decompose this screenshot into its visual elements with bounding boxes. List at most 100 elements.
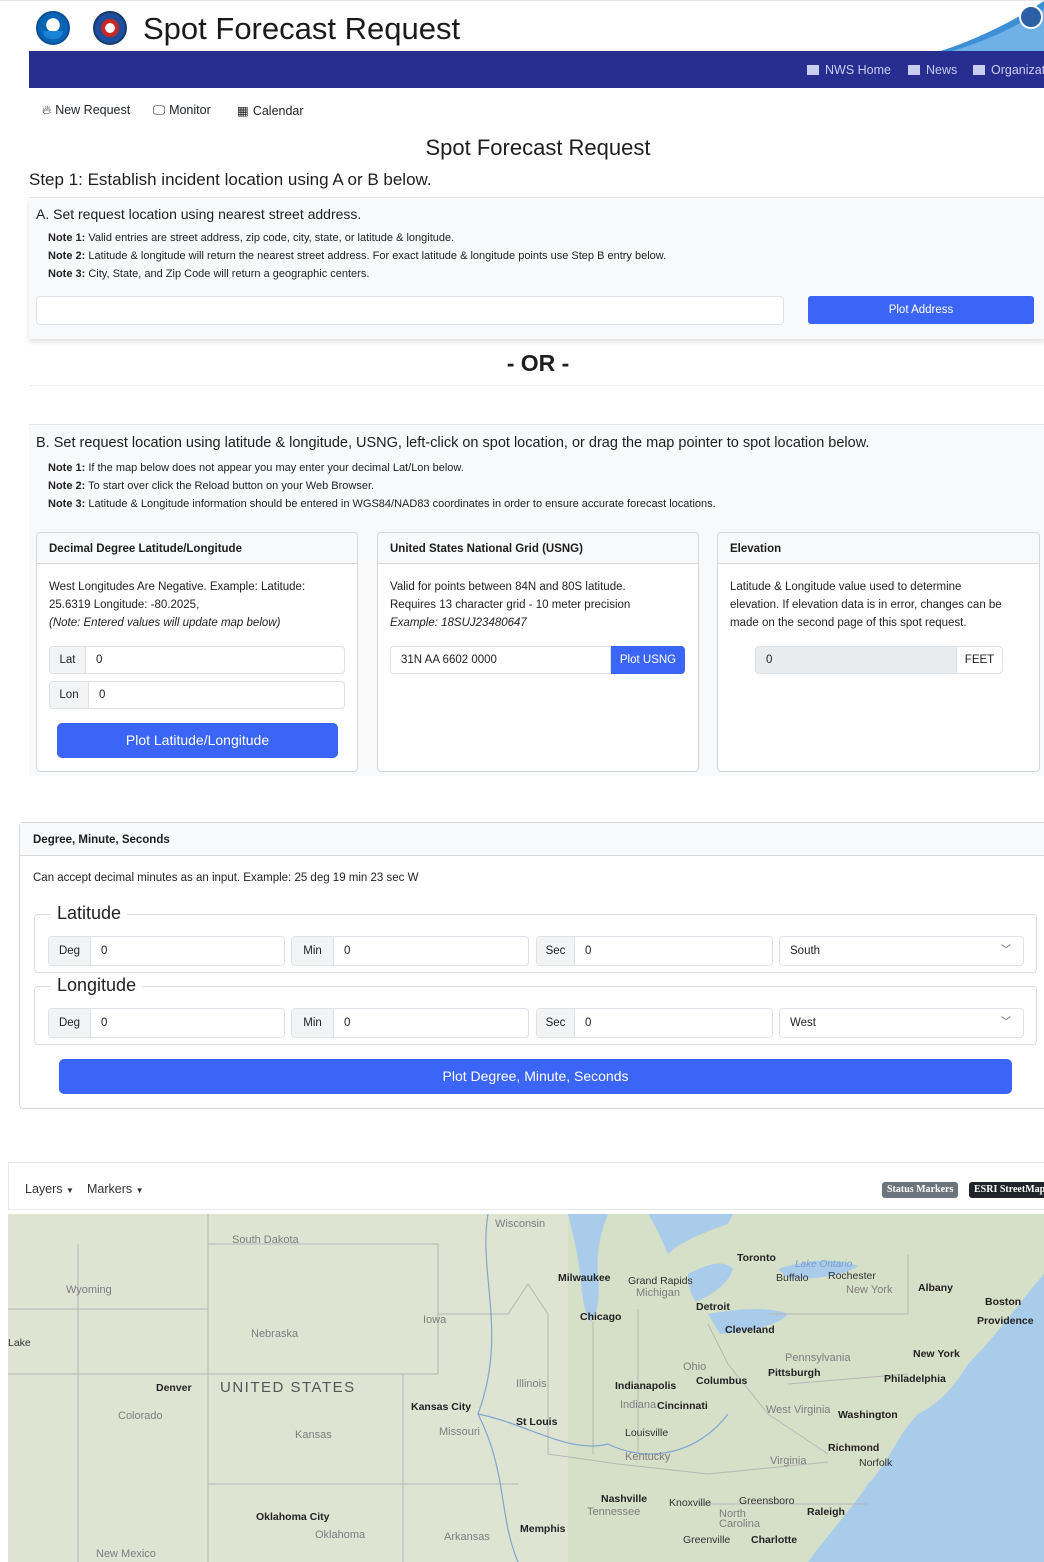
map-label: Illinois	[516, 1378, 547, 1390]
map-label: Providence	[977, 1315, 1034, 1327]
lat-deg-group[interactable]: Deg 0	[48, 936, 285, 966]
lat-hemisphere-select[interactable]: South ﹀	[779, 936, 1024, 966]
street-address-input[interactable]	[36, 296, 784, 325]
panel-b-note-1: Note 1: If the map below does not appear…	[48, 462, 464, 474]
lon-hemisphere-value: West	[790, 1017, 816, 1029]
lon-sec-input[interactable]: 0	[585, 1009, 591, 1037]
map-label: New York	[913, 1348, 960, 1360]
map-label: Chicago	[580, 1311, 622, 1323]
lat-addon: Lat	[50, 647, 86, 673]
panel-b-coordinates: B. Set request location using latitude &…	[29, 424, 1044, 776]
note-label: Note 1:	[48, 462, 86, 474]
lon-deg-group[interactable]: Deg 0	[48, 1008, 285, 1038]
map-label: Cincinnati	[657, 1400, 708, 1412]
markers-dropdown[interactable]: Markers ▼	[87, 1182, 144, 1196]
lon-sec-group[interactable]: Sec 0	[536, 1008, 773, 1038]
status-markers-badge[interactable]: Status Markers	[882, 1182, 959, 1198]
caret-down-icon: ▼	[135, 1186, 144, 1195]
usng-help-3: Example: 18SUJ23480647	[390, 617, 527, 629]
map-label: St Louis	[516, 1416, 558, 1428]
map-label: Nebraska	[251, 1328, 299, 1340]
note-text: Valid entries are street address, zip co…	[85, 232, 455, 244]
map-label: Rochester	[828, 1270, 876, 1282]
map-label: Colorado	[118, 1410, 163, 1422]
decimal-degree-header: Decimal Degree Latitude/Longitude	[37, 533, 357, 564]
lat-sec-input[interactable]: 0	[585, 937, 591, 965]
new-request-link[interactable]: 🔥︎ New Request	[42, 103, 130, 118]
usng-value: 31N AA 6602 0000	[401, 654, 497, 666]
map-label: Tennessee	[587, 1506, 641, 1518]
plot-dms-button[interactable]: Plot Degree, Minute, Seconds	[59, 1059, 1012, 1094]
panel-a-note-2: Note 2: Latitude & longitude will return…	[48, 250, 666, 262]
map-label: Indiana	[620, 1399, 657, 1411]
lat-min-input[interactable]: 0	[344, 937, 350, 965]
lat-deg-input[interactable]: 0	[101, 937, 107, 965]
latitude-input[interactable]: 0	[96, 647, 102, 673]
map-label: Nashville	[601, 1493, 648, 1505]
site-header: Spot Forecast Request	[0, 0, 1044, 53]
map-label: Washington	[838, 1409, 898, 1421]
map-label: New Mexico	[96, 1548, 156, 1560]
note-label: Note 1:	[48, 232, 86, 244]
usng-header: United States National Grid (USNG)	[378, 533, 698, 564]
map-label: Pittsburgh	[768, 1367, 821, 1379]
lat-min-addon: Min	[292, 937, 334, 965]
longitude-input[interactable]: 0	[99, 682, 105, 708]
lon-deg-input[interactable]: 0	[101, 1009, 107, 1037]
or-divider-line	[29, 385, 1044, 386]
note-label: Note 2:	[48, 250, 86, 262]
lon-hemisphere-select[interactable]: West ﹀	[779, 1008, 1024, 1038]
decimal-degree-card: Decimal Degree Latitude/Longitude West L…	[36, 532, 358, 772]
map-label: Columbus	[696, 1375, 748, 1387]
lon-min-input[interactable]: 0	[344, 1009, 350, 1037]
map-label: Cleveland	[725, 1324, 775, 1336]
calendar-icon: ▦	[237, 104, 249, 118]
lon-min-group[interactable]: Min 0	[291, 1008, 529, 1038]
fire-icon: 🔥︎	[42, 103, 52, 117]
elevation-help-1: Latitude & Longitude value used to deter…	[730, 581, 962, 593]
layers-label: Layers	[25, 1182, 63, 1196]
elevation-card: Elevation Latitude & Longitude value use…	[717, 532, 1040, 772]
nav-nws-home[interactable]: NWS Home	[807, 63, 891, 77]
lat-min-group[interactable]: Min 0	[291, 936, 529, 966]
monitor-link[interactable]: 🖵 Monitor	[153, 103, 211, 118]
map-label: Greensboro	[739, 1495, 795, 1507]
map-label: Iowa	[423, 1314, 447, 1326]
lat-hemisphere-value: South	[790, 945, 821, 957]
map-label: Detroit	[696, 1301, 730, 1313]
dms-header: Degree, Minute, Seconds	[20, 823, 1044, 856]
map-canvas[interactable]: Wisconsin South Dakota Wyoming Iowa Nebr…	[8, 1214, 1044, 1562]
calendar-link[interactable]: ▦ Calendar	[237, 103, 304, 118]
panel-a-title: A. Set request location using nearest st…	[36, 206, 362, 222]
layers-dropdown[interactable]: Layers ▼	[25, 1182, 74, 1196]
basemap-badge[interactable]: ESRI StreetMap	[969, 1182, 1044, 1198]
map-label: Oklahoma City	[256, 1511, 330, 1523]
noaa-logo[interactable]	[36, 11, 70, 45]
map-label: Kentucky	[625, 1451, 671, 1463]
nav-news[interactable]: News	[908, 63, 957, 77]
map-label: Indianapolis	[615, 1380, 677, 1392]
nav-organization[interactable]: Organization	[973, 63, 1044, 77]
header-swoosh	[934, 1, 1044, 53]
note-text: Latitude & Longitude information should …	[85, 498, 716, 510]
step1-heading: Step 1: Establish incident location usin…	[29, 170, 432, 189]
latitude-input-group[interactable]: Lat 0	[49, 646, 345, 674]
longitude-input-group[interactable]: Lon 0	[49, 681, 345, 709]
longitude-fieldset: Longitude Deg 0 Min 0 Sec 0 West ﹀	[34, 975, 1037, 1045]
monitor-icon: 🖵	[153, 103, 166, 117]
usng-help-1: Valid for points between 84N and 80S lat…	[390, 581, 626, 593]
map-label: Louisville	[625, 1427, 669, 1439]
chart-icon	[973, 65, 985, 75]
dms-card: Degree, Minute, Seconds Can accept decim…	[19, 822, 1044, 1109]
lat-deg-addon: Deg	[49, 937, 91, 965]
map-label: Milwaukee	[558, 1272, 611, 1284]
panel-b-title: B. Set request location using latitude &…	[36, 435, 870, 451]
plot-address-button[interactable]: Plot Address	[808, 296, 1034, 324]
usng-input[interactable]: 31N AA 6602 0000	[390, 646, 611, 674]
plot-usng-button[interactable]: Plot USNG	[611, 646, 685, 674]
panel-b-note-3: Note 3: Latitude & Longitude information…	[48, 498, 716, 510]
lat-sec-group[interactable]: Sec 0	[536, 936, 773, 966]
nws-logo[interactable]	[93, 11, 127, 45]
newspaper-icon	[908, 65, 920, 75]
plot-lat-lon-button[interactable]: Plot Latitude/Longitude	[57, 723, 338, 758]
